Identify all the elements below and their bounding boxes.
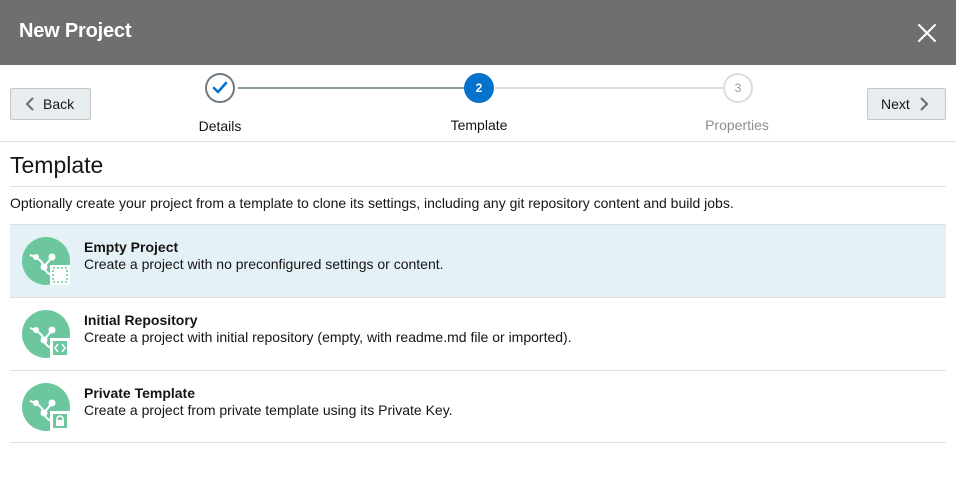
train-stop-number: 2 bbox=[475, 81, 483, 95]
template-name: Empty Project bbox=[84, 239, 179, 255]
initial-repository-icon bbox=[22, 310, 70, 358]
section-title: Template bbox=[10, 152, 104, 178]
dialog-header: New Project bbox=[0, 0, 956, 65]
train-stop-template[interactable]: 2 bbox=[464, 73, 494, 103]
step-train: 2 3 Details Template Properties bbox=[0, 65, 956, 141]
train-label-details[interactable]: Details bbox=[150, 118, 290, 134]
template-name: Private Template bbox=[84, 385, 196, 401]
template-description: Create a project with initial repository… bbox=[84, 329, 572, 345]
template-list: Empty Project Create a project with no p… bbox=[10, 224, 946, 443]
train-stop-number: 3 bbox=[734, 81, 742, 95]
train-label-template[interactable]: Template bbox=[409, 117, 549, 133]
train-stop-properties[interactable]: 3 bbox=[723, 73, 753, 103]
train-stop-details[interactable] bbox=[205, 73, 235, 103]
template-option-initial-repository[interactable]: Initial Repository Create a project with… bbox=[10, 297, 946, 370]
dialog-title: New Project bbox=[19, 20, 132, 42]
header-divider bbox=[0, 141, 956, 142]
close-icon[interactable] bbox=[915, 21, 939, 45]
template-option-empty-project[interactable]: Empty Project Create a project with no p… bbox=[10, 224, 946, 297]
template-option-private-template[interactable]: Private Template Create a project from p… bbox=[10, 370, 946, 443]
private-template-icon bbox=[22, 383, 70, 431]
empty-project-icon bbox=[22, 237, 70, 285]
template-description: Create a project with no preconfigured s… bbox=[84, 256, 444, 272]
train-connector-completed bbox=[238, 87, 465, 89]
title-divider bbox=[10, 186, 946, 187]
section-description: Optionally create your project from a te… bbox=[10, 195, 734, 211]
template-name: Initial Repository bbox=[84, 312, 198, 328]
checkmark-icon bbox=[212, 81, 228, 94]
train-label-properties[interactable]: Properties bbox=[667, 117, 807, 133]
template-description: Create a project from private template u… bbox=[84, 402, 453, 418]
train-connector-pending bbox=[495, 87, 723, 89]
